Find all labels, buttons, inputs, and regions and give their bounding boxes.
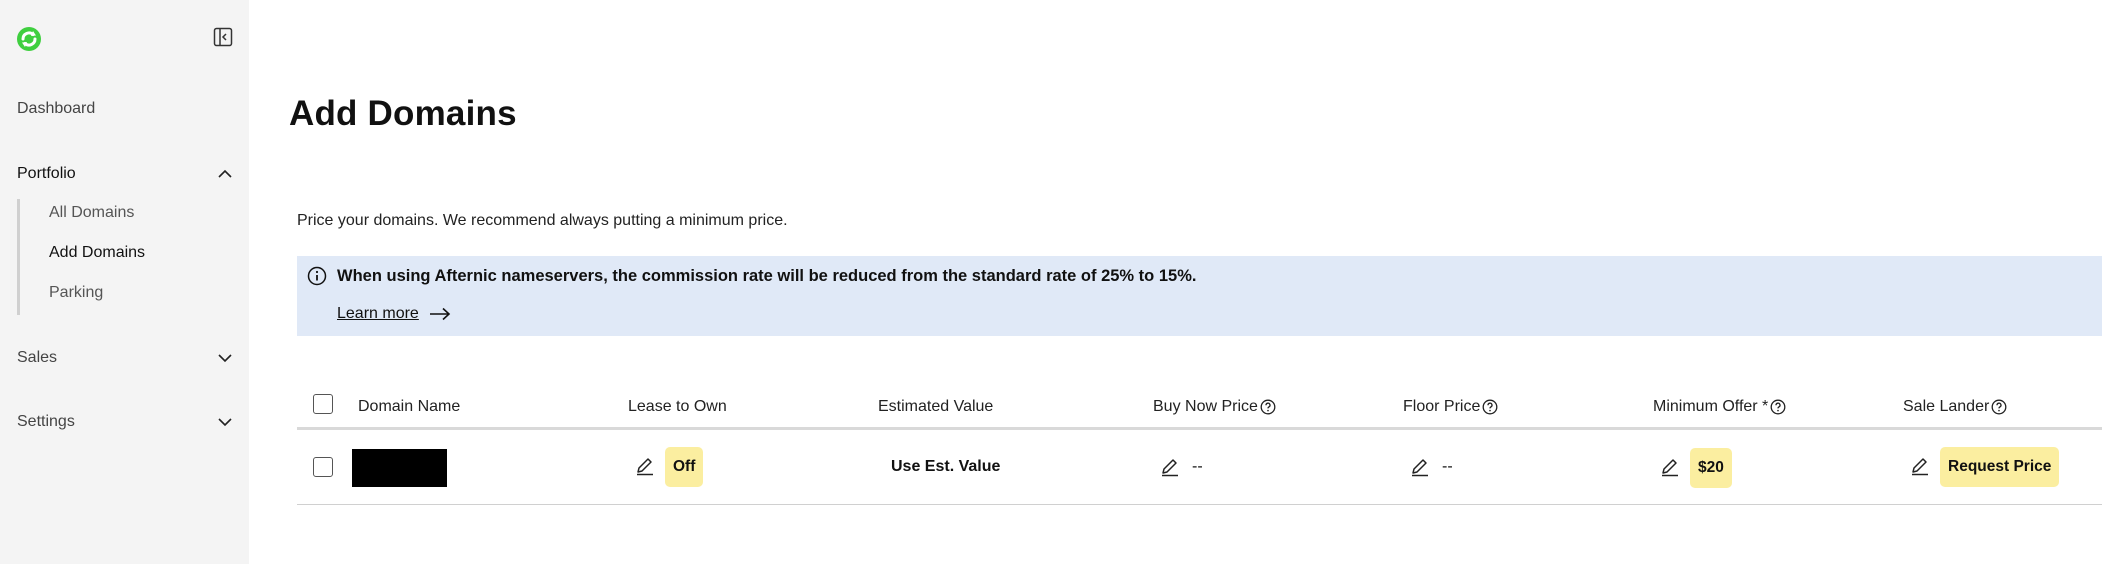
- subnav-all-domains[interactable]: All Domains: [49, 204, 134, 222]
- col-minimum-offer-label: Minimum Offer *: [1653, 398, 1769, 415]
- edit-pencil-icon[interactable]: [635, 456, 655, 476]
- help-icon[interactable]: [1770, 399, 1786, 415]
- col-estimated-value-label: Estimated Value: [878, 398, 994, 415]
- col-domain-name-label: Domain Name: [358, 398, 461, 415]
- col-lease-to-own: Lease to Own: [628, 398, 727, 416]
- nav-sales[interactable]: Sales: [17, 345, 233, 371]
- afternic-logo-icon[interactable]: [16, 26, 42, 52]
- info-icon: [307, 266, 327, 286]
- chevron-down-icon: [218, 354, 232, 363]
- domain-name-redacted: [352, 449, 447, 487]
- collapse-sidebar-icon[interactable]: [213, 27, 233, 47]
- minimum-offer-pill[interactable]: $20: [1690, 448, 1732, 488]
- nav-dashboard[interactable]: Dashboard: [17, 100, 95, 118]
- col-sale-lander: Sale Lander: [1903, 398, 2007, 416]
- help-icon[interactable]: [1260, 399, 1276, 415]
- chevron-up-icon: [218, 169, 232, 178]
- edit-pencil-icon[interactable]: [1910, 456, 1930, 476]
- subnav-parking[interactable]: Parking: [49, 284, 103, 302]
- learn-more-label: Learn more: [337, 305, 419, 322]
- col-floor-price-label: Floor Price: [1403, 398, 1481, 415]
- edit-pencil-icon[interactable]: [1660, 457, 1680, 477]
- page-title: Add Domains: [289, 94, 517, 133]
- help-icon[interactable]: [1482, 399, 1498, 415]
- table-header: Domain Name Lease to Own Estimated Value…: [297, 390, 2102, 430]
- buy-now-price-value: --: [1192, 458, 1203, 475]
- nav-portfolio[interactable]: Portfolio: [17, 161, 233, 187]
- chevron-down-icon: [218, 418, 232, 427]
- nav-settings-label: Settings: [17, 413, 75, 430]
- col-minimum-offer: Minimum Offer *: [1653, 398, 1786, 416]
- lease-to-own-toggle[interactable]: Off: [665, 447, 704, 487]
- col-lease-to-own-label: Lease to Own: [628, 398, 727, 415]
- banner-message: When using Afternic nameservers, the com…: [337, 267, 1197, 285]
- nav-sales-label: Sales: [17, 349, 58, 366]
- edit-pencil-icon[interactable]: [1410, 457, 1430, 477]
- col-buy-now-price: Buy Now Price: [1153, 398, 1276, 416]
- row-select-checkbox[interactable]: [313, 457, 333, 477]
- subnav-rail: [17, 199, 20, 315]
- col-floor-price: Floor Price: [1403, 398, 1498, 416]
- sale-lander-pill[interactable]: Request Price: [1940, 447, 2060, 487]
- estimated-value-cell[interactable]: Use Est. Value: [891, 458, 1000, 476]
- subnav-add-domains[interactable]: Add Domains: [49, 244, 145, 262]
- col-buy-now-price-label: Buy Now Price: [1153, 398, 1258, 415]
- sidebar: Dashboard Portfolio All Domains Add Doma…: [0, 0, 249, 564]
- floor-price-value: --: [1442, 458, 1453, 475]
- col-domain-name: Domain Name: [358, 398, 460, 416]
- edit-pencil-icon[interactable]: [1160, 457, 1180, 477]
- nav-portfolio-label: Portfolio: [17, 165, 76, 182]
- nav-settings[interactable]: Settings: [17, 409, 233, 435]
- help-icon[interactable]: [1991, 399, 2007, 415]
- table-row: Off Use Est. Value -- -- $20 Request Pri…: [297, 433, 2102, 505]
- learn-more-link[interactable]: Learn more: [337, 305, 451, 323]
- col-estimated-value: Estimated Value: [878, 398, 993, 416]
- select-all-checkbox[interactable]: [313, 394, 333, 414]
- info-banner: When using Afternic nameservers, the com…: [297, 256, 2102, 336]
- arrow-right-icon: [429, 307, 451, 321]
- page-subtitle: Price your domains. We recommend always …: [297, 212, 788, 229]
- col-sale-lander-label: Sale Lander: [1903, 398, 1990, 415]
